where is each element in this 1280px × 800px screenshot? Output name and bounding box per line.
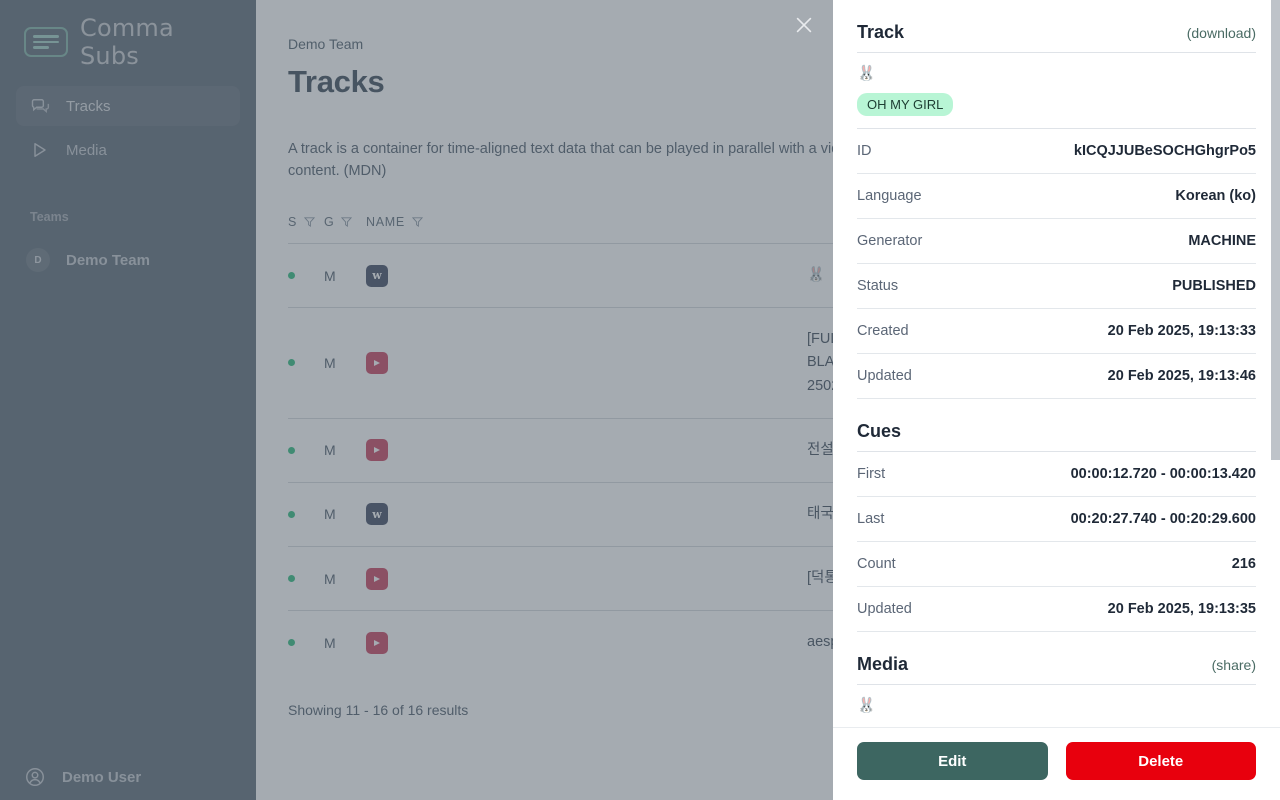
detail-row: Language Korean (ko) [857,174,1256,219]
detail-row-key: Updated [857,601,912,617]
cues-field-list: First 00:00:12.720 - 00:00:13.420 Last 00:2… [857,452,1256,632]
detail-row-key: Status [857,278,899,294]
detail-row-key: Created [857,323,909,339]
detail-row-value: 216 [1231,556,1256,572]
media-section-title: Media [857,654,909,674]
detail-row-value: 00:20:27.740 - 00:20:29.600 [1070,511,1256,527]
delete-button[interactable]: Delete [1065,742,1256,780]
media-section-header: Media (share) [857,654,1256,685]
close-x-icon [793,14,815,41]
track-section-title: Track [857,22,905,42]
media-emoji-name: 🐰 [857,697,876,714]
detail-row: Updated 20 Feb 2025, 19:13:46 [857,354,1256,399]
detail-row-key: First [857,466,886,482]
detail-row-key: ID [857,143,872,159]
detail-row: Count 216 [857,542,1256,587]
cues-section-title: Cues [857,421,902,441]
tag-chip[interactable]: OH MY GIRL [857,93,954,116]
app-root: Comma Subs Tracks Media [0,0,1280,800]
detail-row-value: Korean (ko) [1175,188,1256,204]
panel-actions: Edit Delete [833,727,1280,800]
detail-row-value: 20 Feb 2025, 19:13:33 [1107,323,1256,339]
panel-scrollbar[interactable] [1271,0,1280,460]
detail-row: First 00:00:12.720 - 00:00:13.420 [857,452,1256,497]
edit-button[interactable]: Edit [857,742,1048,780]
cues-section-header: Cues [857,421,1256,452]
detail-row: Updated 20 Feb 2025, 19:13:35 [857,587,1256,632]
track-emoji-name: 🐰 [857,65,876,82]
download-link[interactable]: (download) [1187,25,1256,41]
detail-row-value: 20 Feb 2025, 19:13:46 [1107,368,1256,384]
detail-row: Created 20 Feb 2025, 19:13:33 [857,309,1256,354]
detail-row-value: PUBLISHED [1172,278,1256,294]
track-field-list: ID kICQJJUBeSOCHGhgrPo5 Language Korean (ko… [857,129,1256,399]
detail-row-value: MACHINE [1188,233,1256,249]
detail-row-key: Count [857,556,896,572]
detail-row: ID kICQJJUBeSOCHGhgrPo5 [857,129,1256,174]
detail-row-value: kICQJJUBeSOCHGhgrPo5 [1073,143,1256,159]
detail-row-value: 20 Feb 2025, 19:13:35 [1107,601,1256,617]
track-section-header: Track (download) [857,22,1256,53]
detail-row-key: Last [857,511,885,527]
detail-row: Generator MACHINE [857,219,1256,264]
panel-scroll-area: Track (download) 🐰 OH MY GIRL ID kICQJJUB… [833,0,1280,727]
detail-row-key: Updated [857,368,912,384]
detail-row-key: Language [857,188,922,204]
track-detail-panel: Track (download) 🐰 OH MY GIRL ID kICQJJUB… [833,0,1280,800]
detail-row-value: 00:00:12.720 - 00:00:13.420 [1070,466,1256,482]
detail-row-key: Generator [857,233,923,249]
track-tags: OH MY GIRL [857,87,1256,129]
close-panel-button[interactable] [790,13,818,41]
share-link[interactable]: (share) [1212,657,1256,673]
detail-row: Status PUBLISHED [857,264,1256,309]
detail-row: Last 00:20:27.740 - 00:20:29.600 [857,497,1256,542]
